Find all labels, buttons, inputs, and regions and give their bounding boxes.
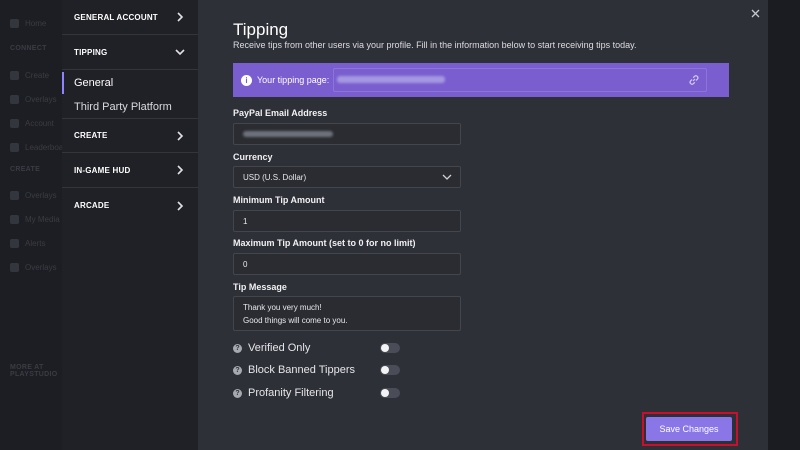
bg-sidebar-item: Alerts	[10, 238, 45, 248]
chevron-down-icon	[442, 174, 452, 180]
verified-only-row: ? Verified Only	[233, 341, 401, 355]
nav-group-general-account[interactable]: GENERAL ACCOUNT	[62, 0, 198, 35]
grid-icon	[10, 70, 19, 80]
minimum-tip-input[interactable]: 1	[233, 210, 461, 232]
bg-sidebar-item: Account	[10, 118, 54, 128]
tip-message-line: Good things will come to you.	[243, 316, 348, 325]
home-icon	[10, 18, 19, 28]
profanity-filtering-row: ? Profanity Filtering	[233, 386, 401, 400]
bg-sidebar-item: My Media	[10, 214, 60, 224]
bell-icon	[10, 238, 19, 248]
nav-group-create[interactable]: CREATE	[62, 118, 198, 153]
nav-item-general[interactable]: General	[62, 72, 198, 94]
bg-section-heading: MORE AT PLAYSTUDIO	[10, 364, 58, 378]
media-icon	[10, 214, 19, 224]
link-icon[interactable]	[687, 73, 701, 87]
widget-icon	[10, 262, 19, 272]
nav-group-arcade[interactable]: ARCADE	[62, 188, 198, 223]
profanity-filtering-toggle[interactable]	[380, 388, 400, 398]
verified-only-toggle[interactable]	[380, 343, 400, 353]
toggle-knob	[381, 366, 389, 374]
help-icon[interactable]: ?	[233, 343, 242, 353]
layers-icon	[10, 94, 19, 104]
chevron-right-icon	[177, 12, 184, 22]
overlay-icon	[10, 190, 19, 200]
close-icon	[751, 9, 759, 17]
maximum-tip-value: 0	[243, 259, 248, 269]
tipping-page-url-field[interactable]	[333, 68, 707, 92]
settings-modal: GENERAL ACCOUNT TIPPING General Third Pa…	[62, 0, 768, 450]
background-sidebar: Home CONNECT Create Overlays Account Lea…	[0, 0, 70, 450]
currency-label: Currency	[233, 152, 273, 162]
bg-sidebar-item: Overlays	[10, 262, 57, 272]
info-icon: i	[241, 74, 252, 86]
page-subtitle: Receive tips from other users via your p…	[233, 40, 637, 50]
toggle-knob	[381, 344, 389, 352]
currency-value: USD (U.S. Dollar)	[243, 172, 307, 182]
tipping-page-banner: i Your tipping page:	[233, 63, 729, 97]
background-right-panel	[768, 0, 800, 450]
maximum-tip-input[interactable]: 0	[233, 253, 461, 275]
tip-message-textarea[interactable]: Thank you very much! Good things will co…	[233, 296, 461, 331]
bg-sidebar-item: Home	[10, 18, 46, 28]
help-icon[interactable]: ?	[233, 388, 242, 398]
block-banned-tippers-toggle[interactable]	[380, 365, 400, 375]
bg-sidebar-item: Overlays	[10, 190, 57, 200]
bg-sidebar-item: Overlays	[10, 94, 57, 104]
block-banned-tippers-label: Block Banned Tippers	[248, 364, 356, 376]
nav-group-tipping[interactable]: TIPPING	[62, 35, 198, 70]
bg-sidebar-item: Create	[10, 70, 49, 80]
chevron-down-icon	[175, 49, 185, 56]
user-icon	[10, 118, 19, 128]
minimum-tip-value: 1	[243, 216, 248, 226]
paypal-email-redacted	[243, 131, 333, 137]
trophy-icon	[10, 142, 19, 152]
bg-section-heading: CREATE	[10, 166, 41, 173]
save-changes-button[interactable]: Save Changes	[646, 417, 732, 441]
currency-select[interactable]: USD (U.S. Dollar)	[233, 166, 461, 188]
minimum-tip-label: Minimum Tip Amount	[233, 195, 325, 205]
bg-section-heading: CONNECT	[10, 45, 47, 52]
settings-nav: GENERAL ACCOUNT TIPPING General Third Pa…	[62, 0, 198, 450]
tip-message-label: Tip Message	[233, 282, 287, 292]
profanity-filtering-label: Profanity Filtering	[248, 387, 334, 399]
tip-message-line: Thank you very much!	[243, 303, 322, 312]
tipping-page-label: Your tipping page:	[257, 75, 330, 85]
close-button[interactable]	[748, 6, 762, 20]
maximum-tip-label: Maximum Tip Amount (set to 0 for no limi…	[233, 238, 416, 248]
chevron-right-icon	[177, 200, 184, 211]
paypal-email-input[interactable]	[233, 123, 461, 145]
verified-only-label: Verified Only	[248, 342, 311, 354]
help-icon[interactable]: ?	[233, 365, 242, 375]
page-title: Tipping	[233, 20, 289, 39]
paypal-email-label: PayPal Email Address	[233, 108, 328, 118]
chevron-right-icon	[177, 165, 184, 175]
chevron-right-icon	[177, 130, 184, 141]
block-banned-tippers-row: ? Block Banned Tippers	[233, 363, 401, 377]
nav-item-third-party-platform[interactable]: Third Party Platform	[62, 96, 198, 118]
toggle-knob	[381, 389, 389, 397]
nav-group-in-game-hud[interactable]: IN-GAME HUD	[62, 153, 198, 188]
